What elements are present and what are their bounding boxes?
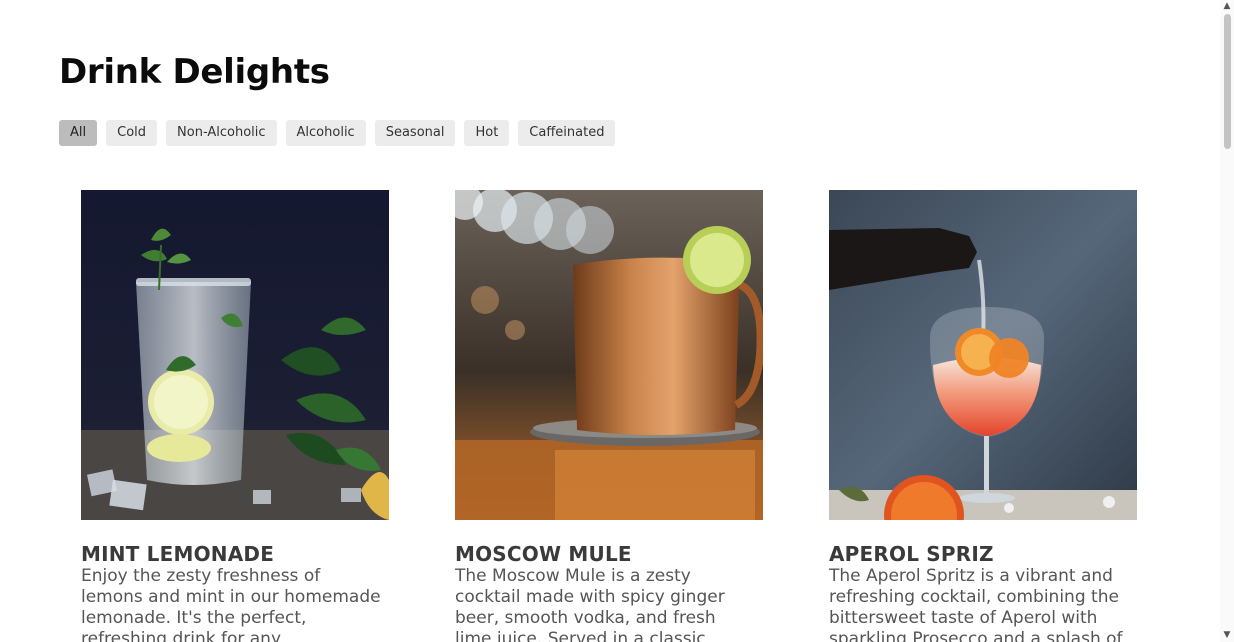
- filter-caffeinated-button[interactable]: Caffeinated: [518, 120, 616, 146]
- filter-alcoholic-button[interactable]: Alcoholic: [285, 120, 366, 146]
- drink-description: The Aperol Spritz is a vibrant and refre…: [829, 566, 1123, 642]
- drink-description: Enjoy the zesty freshness of lemons and …: [81, 566, 381, 642]
- filter-cold-button[interactable]: Cold: [106, 120, 158, 146]
- filter-hot-button[interactable]: Hot: [464, 120, 510, 146]
- mint-lemonade-image[interactable]: [81, 190, 389, 520]
- chevron-down-icon[interactable]: ▼: [1222, 630, 1232, 640]
- chevron-up-icon[interactable]: ▲: [1222, 1, 1232, 11]
- drink-name: MINT LEMONADE: [81, 542, 275, 566]
- drink-card-aperol-spriz[interactable]: APEROL SPRIZ The Aperol Spritz is a vibr…: [829, 190, 1137, 642]
- filter-bar: All Cold Non-Alcoholic Alcoholic Seasona…: [59, 120, 616, 146]
- aperol-spritz-image[interactable]: [829, 190, 1137, 520]
- scrollbar-thumb[interactable]: [1224, 14, 1231, 149]
- drink-name: MOSCOW MULE: [455, 542, 632, 566]
- page-title: Drink Delights: [59, 52, 330, 92]
- filter-non-alcoholic-button[interactable]: Non-Alcoholic: [166, 120, 277, 146]
- drink-name: APEROL SPRIZ: [829, 542, 994, 566]
- drink-delights-page: Drink Delights All Cold Non-Alcoholic Al…: [0, 0, 1234, 642]
- filter-seasonal-button[interactable]: Seasonal: [374, 120, 456, 146]
- filter-all-button[interactable]: All: [59, 120, 98, 146]
- drink-card-moscow-mule[interactable]: MOSCOW MULE The Moscow Mule is a zesty c…: [455, 190, 763, 642]
- drink-card-mint-lemonade[interactable]: MINT LEMONADE Enjoy the zesty freshness …: [81, 190, 389, 642]
- vertical-scrollbar[interactable]: ▲ ▼: [1220, 0, 1234, 642]
- drink-description: The Moscow Mule is a zesty cocktail made…: [455, 566, 725, 642]
- moscow-mule-image[interactable]: [455, 190, 763, 520]
